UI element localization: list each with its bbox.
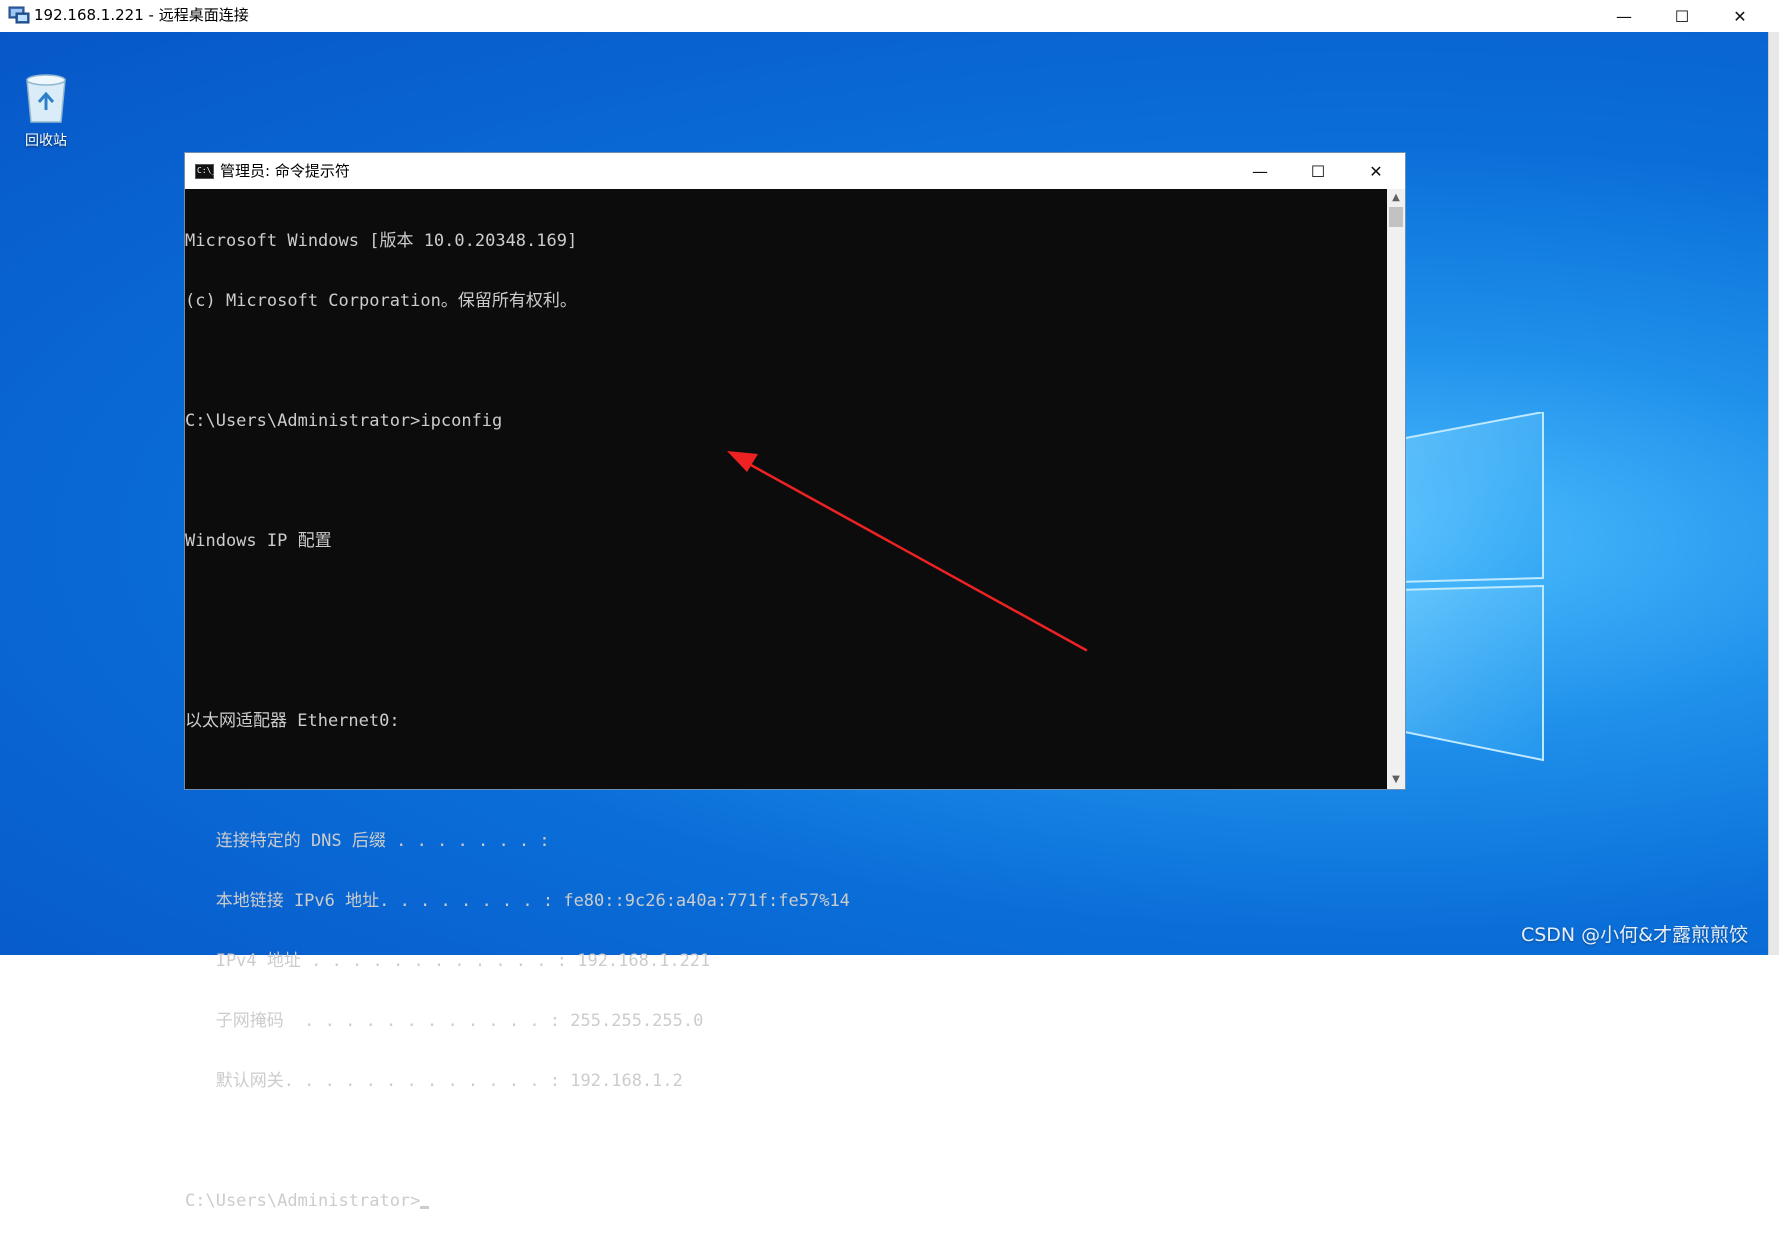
rdp-window-title: 192.168.1.221 - 远程桌面连接 (34, 6, 249, 24)
cmd-close-button[interactable]: ✕ (1347, 153, 1405, 189)
cmd-titlebar[interactable]: C:\_ 管理员: 命令提示符 — ☐ ✕ (185, 153, 1405, 189)
console-prompt-line: C:\Users\Administrator> (185, 1191, 1387, 1211)
cmd-minimize-button[interactable]: — (1231, 153, 1289, 189)
text-cursor (420, 1206, 430, 1209)
cmd-window-title: 管理员: 命令提示符 (220, 162, 350, 180)
cmd-maximize-button[interactable]: ☐ (1289, 153, 1347, 189)
rdp-minimize-button[interactable]: — (1595, 0, 1653, 32)
recycle-bin-label: 回收站 (25, 133, 67, 149)
console-line: Windows IP 配置 (185, 531, 332, 551)
windows-logo-wallpaper (1395, 412, 1544, 762)
console-output[interactable]: Microsoft Windows [版本 10.0.20348.169] (c… (185, 189, 1387, 1211)
console-line: 子网掩码 . . . . . . . . . . . . : 255.255.2… (185, 1011, 704, 1031)
rdp-maximize-button[interactable]: ☐ (1653, 0, 1711, 32)
console-line: 本地链接 IPv6 地址. . . . . . . . : fe80::9c26… (185, 891, 850, 911)
console-prompt: C:\Users\Administrator> (185, 1191, 421, 1211)
console-line: 默认网关. . . . . . . . . . . . . : 192.168.… (185, 1071, 683, 1091)
cmd-icon: C:\_ (195, 164, 216, 179)
remote-desktop-icon (8, 6, 30, 24)
console-line: 以太网适配器 Ethernet0: (185, 711, 400, 731)
scroll-up-arrow-icon[interactable]: ▲ (1387, 189, 1405, 207)
rdp-right-scroll-edge (1768, 32, 1779, 955)
recycle-bin[interactable]: 回收站 (14, 72, 78, 150)
cmd-window: C:\_ 管理员: 命令提示符 — ☐ ✕ Microsoft Windows … (184, 152, 1406, 1211)
csdn-watermark: CSDN @小何&才露煎煎饺 (1520, 924, 1748, 946)
console-line: (c) Microsoft Corporation。保留所有权利。 (185, 291, 577, 311)
rdp-titlebar: 192.168.1.221 - 远程桌面连接 — ☐ ✕ (0, 0, 1779, 32)
console-line-ipv4: IPv4 地址 . . . . . . . . . . . . : 192.16… (185, 951, 711, 971)
rdp-close-button[interactable]: ✕ (1711, 0, 1769, 32)
scroll-thumb[interactable] (1389, 207, 1403, 227)
scroll-down-arrow-icon[interactable]: ▼ (1387, 771, 1405, 789)
console-line: C:\Users\Administrator>ipconfig (185, 411, 503, 431)
console-line: Microsoft Windows [版本 10.0.20348.169] (185, 231, 578, 251)
recycle-bin-icon (26, 74, 66, 123)
console-line: 连接特定的 DNS 后缀 . . . . . . . : (185, 831, 550, 851)
cmd-scrollbar[interactable]: ▲ ▼ (1387, 189, 1405, 789)
